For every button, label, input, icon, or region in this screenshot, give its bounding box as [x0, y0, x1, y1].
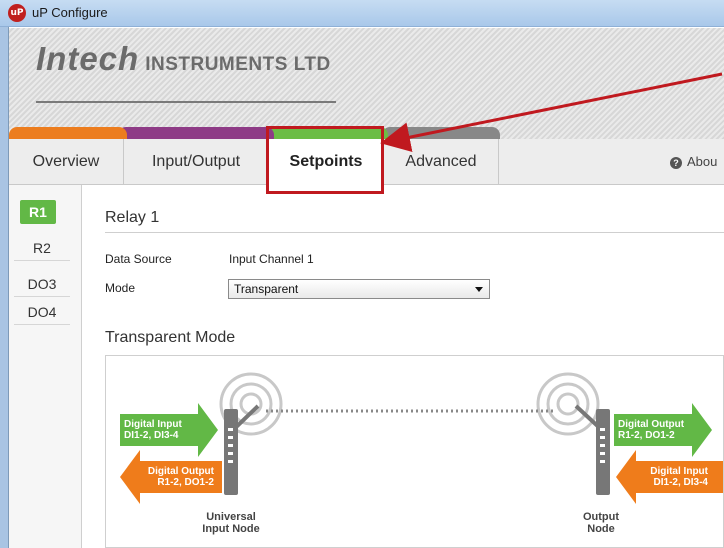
annotation-arrow [380, 72, 723, 152]
